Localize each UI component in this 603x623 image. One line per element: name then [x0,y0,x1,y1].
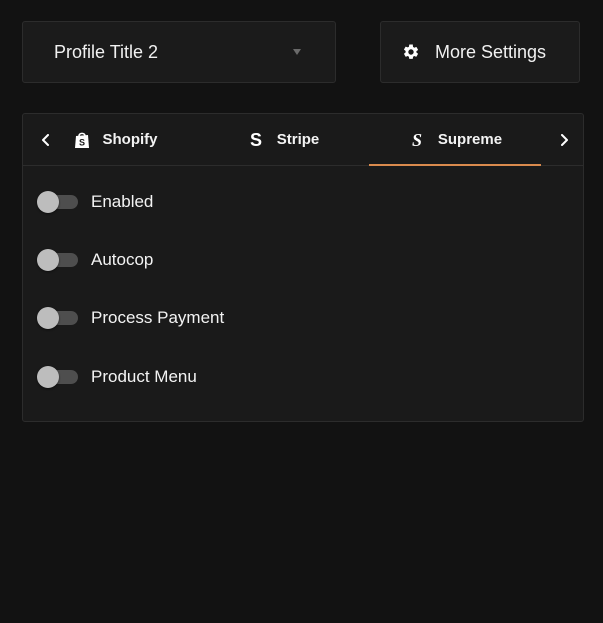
chevron-down-icon [293,49,301,55]
toggle-row-product-menu[interactable]: Product Menu [37,365,197,389]
svg-text:S: S [250,131,262,149]
profile-select[interactable]: Profile Title 2 [22,21,336,83]
toggle-row-autocop[interactable]: Autocop [37,248,153,272]
process-payment-toggle[interactable] [37,306,79,330]
more-settings-label: More Settings [435,41,547,62]
chevron-left-icon[interactable] [31,114,61,165]
toggle-knob [37,307,59,329]
site-tabbar: S Shopify S Stripe S Supreme [23,114,583,166]
chevron-right-icon[interactable] [549,114,579,165]
tab-shopify-label: Shopify [102,131,158,148]
tab-shopify[interactable]: S Shopify [59,114,171,165]
product-menu-toggle[interactable] [37,365,79,389]
toggle-row-enabled[interactable]: Enabled [37,190,153,214]
tab-supreme-label: Supreme [437,131,503,148]
toggle-row-process-payment[interactable]: Process Payment [37,306,224,330]
more-settings-button[interactable]: More Settings [380,21,580,83]
toggle-knob [37,191,59,213]
tab-stripe[interactable]: S Stripe [233,114,333,165]
product-menu-label: Product Menu [91,367,197,386]
site-settings-panel: S Shopify S Stripe S Supreme Enabled Aut… [22,113,584,422]
autocop-label: Autocop [91,250,154,269]
tab-stripe-label: Stripe [276,131,320,148]
toggle-knob [37,249,59,271]
enabled-label: Enabled [91,192,154,211]
toggle-knob [37,366,59,388]
process-payment-label: Process Payment [91,308,225,327]
gear-icon [402,43,420,61]
tab-supreme[interactable]: S Supreme [369,114,541,166]
stripe-s-icon: S [247,131,265,149]
shopify-bag-icon: S [73,131,91,149]
profile-select-value: Profile Title 2 [54,41,159,62]
supreme-s-icon: S [408,131,426,149]
svg-text:S: S [78,137,84,147]
enabled-toggle[interactable] [37,190,79,214]
svg-text:S: S [412,131,422,149]
autocop-toggle[interactable] [37,248,79,272]
